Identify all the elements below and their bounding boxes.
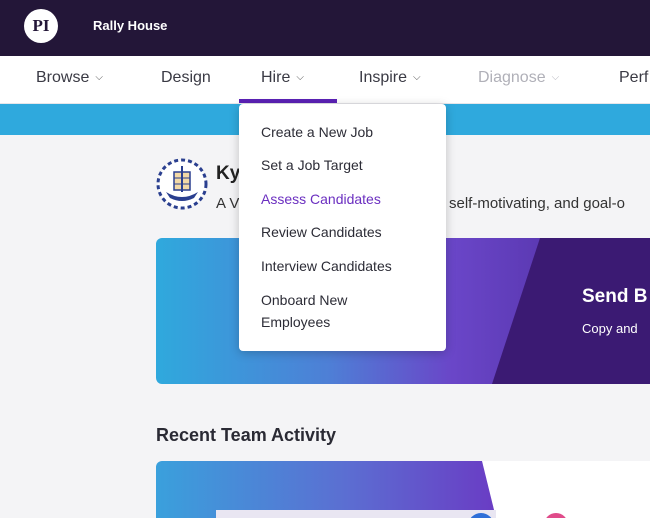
profile-name: Ky bbox=[216, 163, 241, 184]
chevron-down-icon: ⌵ bbox=[296, 72, 304, 83]
chevron-down-icon: ⌵ bbox=[551, 72, 560, 83]
activity-card[interactable] bbox=[156, 461, 650, 518]
chevron-down-icon: ⌵ bbox=[413, 72, 421, 83]
nav-design[interactable]: Design bbox=[161, 69, 211, 87]
menu-item-assess-candidates[interactable]: Assess Candidates bbox=[261, 188, 381, 210]
menu-item-interview-candidates[interactable]: Interview Candidates bbox=[261, 255, 392, 277]
banner-subtitle: Copy and bbox=[582, 321, 638, 336]
profile-description: A V bbox=[216, 195, 240, 212]
top-bar: PI Rally House bbox=[0, 0, 650, 56]
nav-inspire[interactable]: Inspire ⌵ bbox=[359, 69, 421, 87]
menu-item-set-job-target[interactable]: Set a Job Target bbox=[261, 154, 363, 176]
menu-item-review-candidates[interactable]: Review Candidates bbox=[261, 221, 382, 243]
menu-item-onboard-employees[interactable]: Onboard New Employees bbox=[261, 289, 381, 333]
active-tab-indicator bbox=[239, 99, 337, 103]
banner-dark-panel bbox=[492, 238, 650, 384]
menu-item-create-job[interactable]: Create a New Job bbox=[261, 121, 373, 143]
chevron-down-icon: ⌵ bbox=[95, 72, 103, 83]
pink-circle-icon bbox=[544, 513, 568, 518]
profile-description-end: self-motivating, and goal-o bbox=[449, 195, 625, 212]
nav-diagnose[interactable]: Diagnose ⌵ bbox=[478, 69, 559, 87]
main-nav: Browse ⌵ Design Hire ⌵ Inspire ⌵ Diagnose ⌵ … bbox=[0, 56, 650, 104]
nav-hire[interactable]: Hire ⌵ bbox=[261, 69, 304, 87]
nav-perform[interactable]: Perf bbox=[619, 69, 648, 87]
pi-logo[interactable]: PI bbox=[24, 9, 58, 43]
company-name: Rally House bbox=[93, 18, 168, 33]
nav-browse[interactable]: Browse ⌵ bbox=[36, 69, 103, 87]
recent-activity-title: Recent Team Activity bbox=[156, 425, 337, 445]
hire-dropdown-menu: Create a New Job Set a Job Target Assess… bbox=[239, 104, 446, 351]
banner-title: Send B bbox=[582, 286, 648, 307]
activity-card-panel bbox=[216, 510, 496, 518]
viking-ship-icon bbox=[156, 158, 208, 210]
